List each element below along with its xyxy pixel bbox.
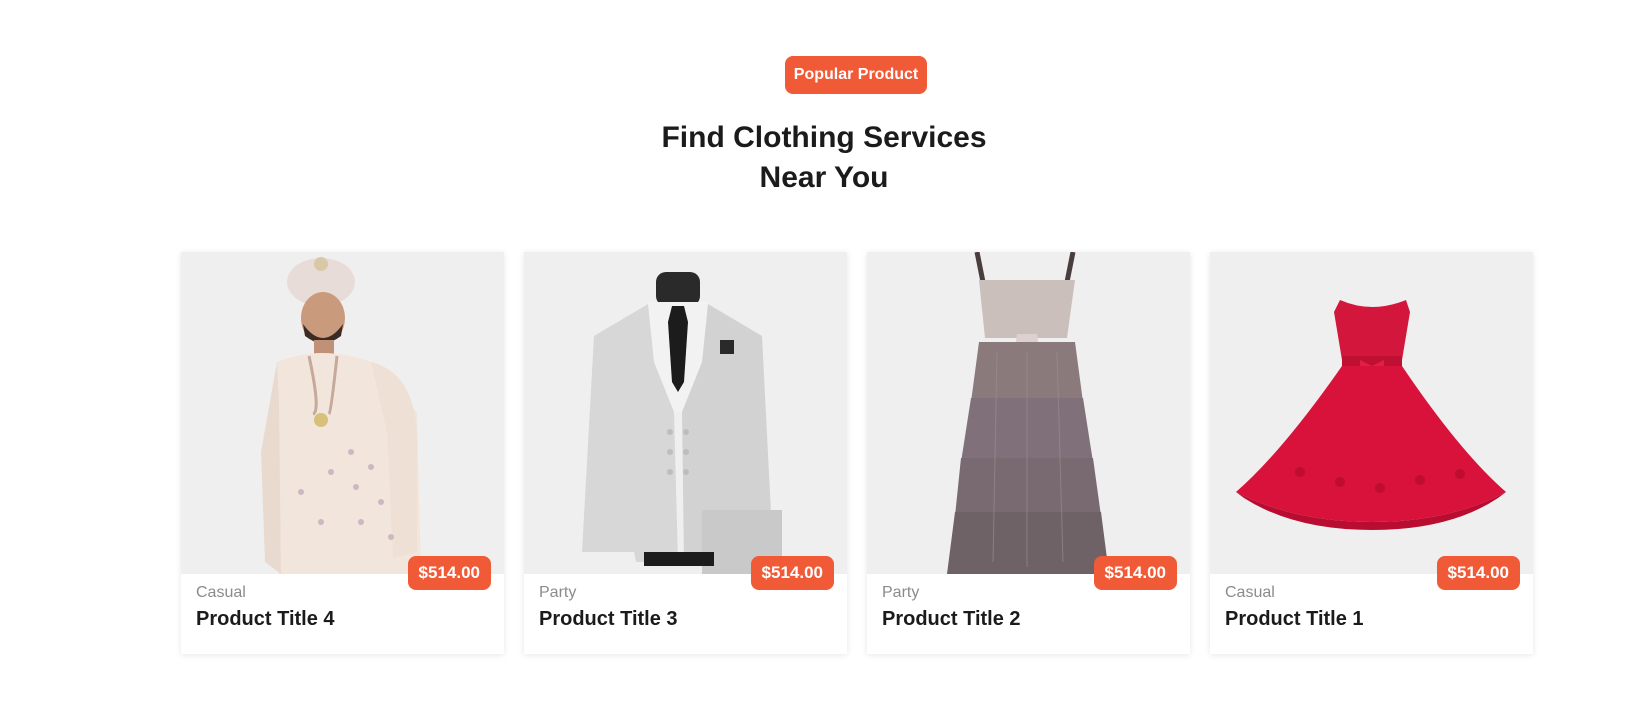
product-title[interactable]: Product Title 1 — [1225, 608, 1364, 631]
section-heading: Find Clothing Services Near You — [0, 118, 1648, 198]
product-title[interactable]: Product Title 2 — [882, 608, 1021, 631]
popular-products-section: Popular Product Find Clothing Services N… — [0, 0, 1648, 710]
product-card[interactable]: $514.00 Casual Product Title 4 — [181, 252, 504, 654]
product-card[interactable]: $514.00 Party Product Title 3 — [524, 252, 847, 654]
product-category: Casual — [196, 584, 246, 601]
price-badge: $514.00 — [1436, 556, 1520, 590]
tiered-dress-image — [867, 252, 1190, 574]
product-card[interactable]: $514.00 Casual Product Title 1 — [1210, 252, 1533, 654]
product-image-sherwani[interactable] — [181, 252, 504, 574]
product-image-red-dress[interactable] — [1210, 252, 1533, 574]
suit-image — [524, 252, 847, 574]
product-category: Party — [539, 584, 577, 601]
sherwani-image — [181, 252, 504, 574]
price-badge: $514.00 — [750, 556, 834, 590]
product-card[interactable]: $514.00 Party Product Title 2 — [867, 252, 1190, 654]
product-category: Party — [882, 584, 920, 601]
price-badge: $514.00 — [407, 556, 491, 590]
product-image-tiered-dress[interactable] — [867, 252, 1190, 574]
product-title[interactable]: Product Title 4 — [196, 608, 335, 631]
product-category: Casual — [1225, 584, 1275, 601]
red-dress-image — [1210, 252, 1533, 574]
heading-line-1: Find Clothing Services — [661, 121, 987, 154]
product-image-suit[interactable] — [524, 252, 847, 574]
product-title[interactable]: Product Title 3 — [539, 608, 678, 631]
heading-line-2: Near You — [759, 161, 889, 194]
section-badge: Popular Product — [785, 56, 927, 94]
price-badge: $514.00 — [1093, 556, 1177, 590]
